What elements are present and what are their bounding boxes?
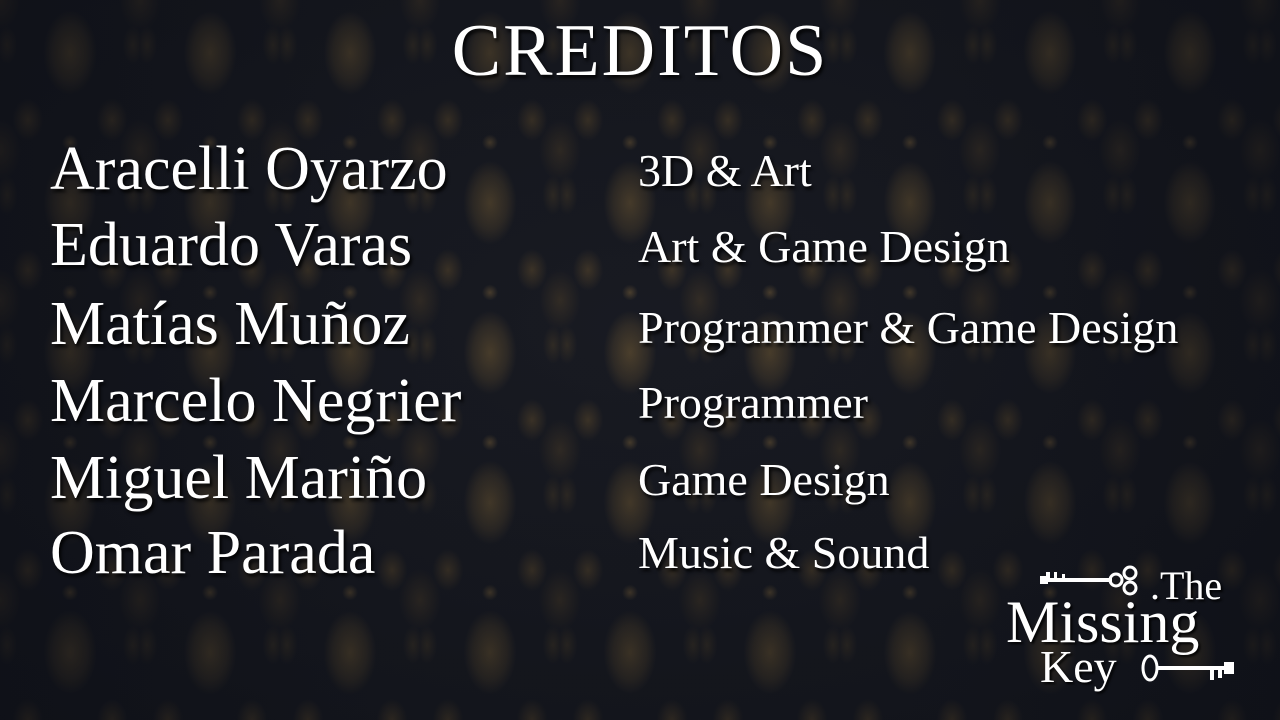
credit-name: Marcelo Negrier bbox=[50, 367, 462, 435]
credit-role: 3D & Art bbox=[638, 145, 812, 196]
logo-key-text: Key bbox=[1040, 641, 1117, 692]
credit-row: Marcelo Negrier Programmer bbox=[0, 370, 1280, 448]
credit-name: Omar Parada bbox=[50, 519, 376, 587]
credit-name: Eduardo Varas bbox=[50, 211, 413, 279]
credit-row: Miguel Mariño Game Design bbox=[0, 447, 1280, 525]
credit-name: Miguel Mariño bbox=[50, 444, 428, 512]
credit-name: Matías Muñoz bbox=[50, 290, 410, 358]
credit-row: Matías Muñoz Programmer & Game Design bbox=[0, 293, 1280, 371]
game-logo: .The Missing Key bbox=[1000, 560, 1260, 710]
credit-name: Aracelli Oyarzo bbox=[50, 135, 448, 203]
credit-row: Eduardo Varas Art & Game Design bbox=[0, 214, 1280, 292]
credit-row: Aracelli Oyarzo 3D & Art bbox=[0, 138, 1280, 216]
credits-title: CREDITOS bbox=[451, 10, 829, 92]
credit-role: Programmer & Game Design bbox=[638, 302, 1179, 353]
credit-role: Programmer bbox=[638, 377, 868, 428]
credit-role: Music & Sound bbox=[638, 527, 930, 578]
credit-role: Art & Game Design bbox=[638, 221, 1010, 272]
credit-role: Game Design bbox=[638, 454, 890, 505]
key-icon bbox=[1141, 654, 1234, 682]
